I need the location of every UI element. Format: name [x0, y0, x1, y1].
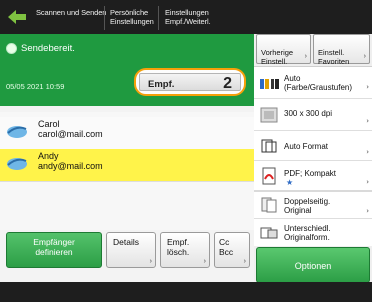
status-line: Sendebereit. — [6, 43, 75, 54]
cc-bcc-button[interactable]: Cc Bcc › — [214, 232, 250, 268]
duplex-original-setting[interactable]: Doppelseitig. Original › — [254, 192, 372, 219]
recipient-email: andy@mail.com — [38, 161, 103, 171]
chevron-right-icon: › — [366, 148, 369, 156]
previous-settings-label: Vorherige Einstell. — [261, 48, 294, 66]
recipient-count-field: Empf. 2 — [139, 73, 241, 92]
send-screen: Scannen und Senden Persönliche Einstellu… — [0, 0, 372, 302]
mixed-size-original-label: Unterschiedl. Originalform. — [284, 224, 331, 242]
chevron-right-icon: › — [366, 207, 369, 215]
back-arrow-icon[interactable] — [6, 6, 28, 28]
chevron-right-icon: › — [203, 258, 206, 265]
chevron-right-icon: › — [366, 117, 369, 125]
top-bar: Scannen und Senden Persönliche Einstellu… — [0, 0, 372, 34]
header-divider — [104, 6, 105, 30]
duplex-original-label: Doppelseitig. Original — [284, 197, 331, 215]
chevron-right-icon: › — [304, 53, 307, 60]
scan-size-icon — [260, 138, 278, 158]
status-indicator-icon — [6, 43, 17, 54]
mixed-size-original-setting[interactable]: Unterschiedl. Originalform. — [254, 219, 372, 246]
chevron-right-icon: › — [363, 53, 366, 60]
chevron-right-icon: › — [366, 83, 369, 91]
date-time: 05/05 2021 10:59 — [6, 82, 65, 91]
details-label: Details — [113, 237, 139, 247]
settings-column: Vorherige Einstell. › Einstell. Favorite… — [254, 34, 372, 302]
bottom-bar — [0, 282, 372, 302]
recipient-count: 2 — [223, 75, 232, 92]
file-format-value: PDF; Kompakt — [284, 169, 337, 178]
recipient-count-button[interactable]: Empf. 2 — [134, 68, 246, 96]
recipient-list: Carol carol@mail.com Andy andy@mail.com — [0, 112, 254, 230]
status-text: Sendebereit. — [21, 43, 75, 54]
original-settings-panel: Doppelseitig. Original › Unterschiedl. O… — [254, 190, 372, 246]
favorite-settings-label: Einstell. Favoriten — [318, 48, 350, 66]
email-address-icon — [6, 123, 28, 145]
recipient-name: Andy — [38, 151, 59, 161]
recipient-email: carol@mail.com — [38, 129, 103, 139]
pdf-icon — [260, 167, 278, 189]
favorite-settings-button[interactable]: Einstell. Favoriten › — [313, 34, 370, 66]
header-divider — [158, 6, 159, 30]
recipient-name: Carol — [38, 119, 60, 129]
resolution-setting[interactable]: 300 x 300 dpi › — [254, 99, 372, 131]
options-button[interactable]: Optionen — [256, 247, 370, 283]
color-mode-value: Auto (Farbe/Graustufen) — [284, 74, 353, 92]
resolution-icon — [260, 107, 278, 127]
delete-recipient-button[interactable]: Empf. lösch. › — [160, 232, 210, 268]
tab-scan-and-send[interactable]: Scannen und Senden — [36, 8, 108, 17]
previous-settings-button[interactable]: Vorherige Einstell. › — [256, 34, 311, 66]
scan-size-value: Auto Format — [284, 142, 329, 151]
resolution-value: 300 x 300 dpi — [284, 109, 333, 118]
color-mode-setting[interactable]: Auto (Farbe/Graustufen) › — [254, 67, 372, 99]
tab-receive-forward-settings[interactable]: Einstellungen Empf./Weiterl. — [165, 8, 237, 26]
specify-recipient-label: Empfänger definieren — [33, 237, 75, 257]
list-item[interactable]: Carol carol@mail.com — [0, 117, 254, 149]
specify-recipient-button[interactable]: Empfänger definieren — [6, 232, 102, 268]
color-mode-icon — [260, 76, 280, 95]
file-format-setting[interactable]: PDF; Kompakt ★ › — [254, 161, 372, 191]
cc-bcc-label: Cc Bcc — [219, 237, 234, 257]
scan-size-setting[interactable]: Auto Format › — [254, 131, 372, 161]
chevron-right-icon: › — [243, 258, 246, 265]
recipient-button-label: Empf. — [148, 79, 175, 90]
duplex-icon — [260, 197, 278, 217]
chevron-right-icon: › — [366, 178, 369, 186]
delete-recipient-label: Empf. lösch. — [167, 237, 190, 257]
email-address-icon — [6, 155, 28, 177]
details-button[interactable]: Details › — [106, 232, 156, 268]
divider — [0, 181, 254, 182]
chevron-right-icon: › — [149, 258, 152, 265]
options-label: Optionen — [294, 261, 332, 271]
star-icon: ★ — [286, 178, 294, 187]
list-item[interactable]: Andy andy@mail.com — [0, 149, 254, 181]
mixed-size-icon — [260, 225, 278, 244]
